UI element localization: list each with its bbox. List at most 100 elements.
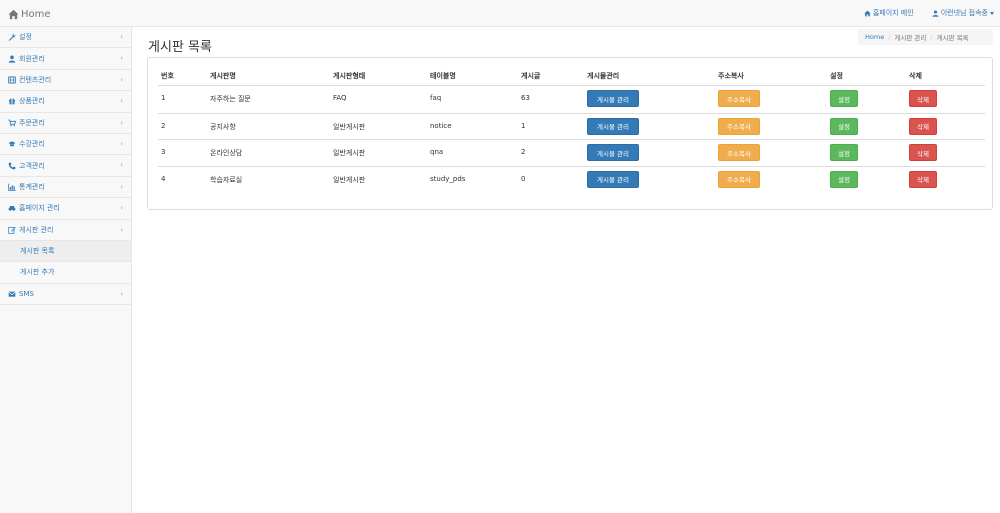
column-header: 설정 [830,72,843,80]
post-count: 0 [521,174,526,183]
chevron-left-icon: ‹ [120,289,123,298]
chevron-left-icon: ‹ [120,54,123,63]
sidebar-item-contents[interactable]: 컨텐츠관리 ‹ [0,70,131,92]
manage-posts-button[interactable]: 게시물 관리 [587,90,639,107]
homepage-main-link[interactable]: 홈페이지 메인 [864,8,914,18]
settings-button[interactable]: 설정 [830,170,858,188]
board-type: 일반게시판 [333,175,366,184]
user-menu-dropdown[interactable]: 이런넷님 접속중 [932,8,994,18]
sidebar-item-label: 수강관리 [19,140,45,149]
sidebar-item-settings[interactable]: 설정 ‹ [0,27,131,49]
manage-posts-button[interactable]: 게시물 관리 [587,117,639,135]
film-icon [8,76,16,84]
sidebar-item-products[interactable]: 상품관리 ‹ [0,91,131,113]
delete-button[interactable]: 삭제 [909,117,937,135]
column-header: 번호 [161,72,174,80]
post-count: 63 [521,94,530,102]
column-header: 게시물관리 [587,72,620,80]
sidebar-item-boards[interactable]: 게시판 관리 ‹ [0,220,131,241]
copy-address-button[interactable]: 주소복사 [718,117,760,135]
delete-button[interactable]: 삭제 [909,90,937,107]
column-header: 게시판명 [210,72,236,80]
table-name: notice [430,121,452,130]
chevron-left-icon: ‹ [120,161,123,170]
table-row: 1 자주하는 질문 FAQ faq 63 게시물 관리 주소복사 설정 삭제 [158,86,985,113]
table-row: 3 온라인상담 일반게시판 qna 2 게시물 관리 주소복사 설정 삭제 [158,139,985,166]
sidebar-item-sms[interactable]: SMS ‹ [0,284,131,306]
sidebar-item-label: 상품관리 [19,97,45,106]
settings-button[interactable]: 설정 [830,144,858,161]
graduation-cap-icon [8,141,16,147]
board-name: 학습자료실 [210,175,243,184]
cart-icon [8,119,16,127]
board-list-panel: 번호 게시판명 게시판형태 테이블명 게시글 게시물관리 주소복사 설정 삭제 … [147,57,993,210]
edit-icon [8,226,16,234]
breadcrumb-parent: 게시판 관리 [894,34,927,42]
settings-button[interactable]: 설정 [830,117,858,135]
settings-button[interactable]: 설정 [830,90,858,107]
user-icon [8,55,16,63]
sidebar-item-customers[interactable]: 고객관리 ‹ [0,155,131,177]
board-type: 일반게시판 [333,149,366,157]
breadcrumb-home-link[interactable]: Home [865,33,884,41]
board-name: 온라인상담 [210,149,243,157]
column-header: 게시글 [521,72,541,80]
chevron-left-icon: ‹ [120,33,123,41]
sidebar-subitem-label: 게시판 목록 [20,247,55,256]
chevron-left-icon: ‹ [120,139,123,148]
sidebar-subitem-board-add[interactable]: 게시판 추가 [0,262,131,284]
sidebar-subitem-board-list[interactable]: 게시판 목록 [0,240,131,263]
sidebar-item-label: 컨텐츠관리 [19,75,52,84]
sidebar-item-label: 홈페이지 관리 [19,204,60,213]
board-table: 번호 게시판명 게시판형태 테이블명 게시글 게시물관리 주소복사 설정 삭제 … [158,67,985,192]
delete-button[interactable]: 삭제 [909,170,937,188]
copy-address-button[interactable]: 주소복사 [718,90,760,107]
chevron-left-icon: ‹ [120,225,123,234]
wrench-icon [8,33,16,42]
board-name: 공지사항 [210,122,236,131]
sidebar-item-label: 통계관리 [19,182,45,191]
sidebar-item-label: SMS [19,289,34,298]
delete-button[interactable]: 삭제 [909,144,937,161]
sidebar-subitem-label: 게시판 추가 [20,268,55,277]
row-number: 1 [161,94,166,102]
breadcrumb-separator: / [888,33,891,41]
sidebar-item-courses[interactable]: 수강관리 ‹ [0,134,131,156]
table-row: 4 학습자료실 일반게시판 study_pds 0 게시물 관리 주소복사 설정… [158,165,985,193]
chevron-left-icon: ‹ [120,182,123,191]
top-right-nav: 홈페이지 메인 이런넷님 접속중 [846,8,994,18]
brand-label: Home [21,8,51,20]
post-count: 2 [521,148,526,156]
brand-home-link[interactable]: Home [8,7,51,21]
sidebar-item-orders[interactable]: 주문관리 ‹ [0,113,131,134]
bar-chart-icon [8,183,16,191]
sidebar-item-label: 설정 [19,33,32,42]
page-title: 게시판 목록 [148,40,212,55]
manage-posts-button[interactable]: 게시물 관리 [587,170,639,188]
row-number: 2 [161,121,166,130]
chevron-left-icon: ‹ [120,97,123,106]
sidebar-item-homepage[interactable]: 홈페이지 관리 ‹ [0,198,131,220]
column-header: 삭제 [909,72,922,80]
sidebar-item-label: 회원관리 [19,54,45,63]
copy-address-button[interactable]: 주소복사 [718,144,760,161]
column-header: 테이블명 [430,72,456,80]
row-number: 4 [161,174,166,183]
breadcrumb: Home / 게시판 관리 / 게시판 목록 [858,29,993,45]
row-number: 3 [161,148,166,156]
column-header: 게시판형태 [333,72,366,80]
board-name: 자주하는 질문 [210,95,251,103]
breadcrumb-current: 게시판 목록 [936,34,969,42]
user-icon [932,9,939,17]
copy-address-button[interactable]: 주소복사 [718,170,760,188]
sidebar-item-statistics[interactable]: 통계관리 ‹ [0,177,131,199]
manage-posts-button[interactable]: 게시물 관리 [587,144,639,161]
phone-icon [8,162,16,169]
sidebar-item-members[interactable]: 회원관리 ‹ [0,48,131,70]
user-label: 이런넷님 접속중 [940,9,988,17]
table-row: 2 공지사항 일반게시판 notice 1 게시물 관리 주소복사 설정 삭제 [158,112,985,140]
envelope-icon [8,291,16,297]
sidebar: 설정 ‹ 회원관리 ‹ 컨텐츠관리 ‹ 상품관리 ‹ 주문관리 ‹ 수강관리 ‹… [0,27,132,513]
sidebar-item-label: 주문관리 [19,118,45,127]
board-type: 일반게시판 [333,122,366,131]
